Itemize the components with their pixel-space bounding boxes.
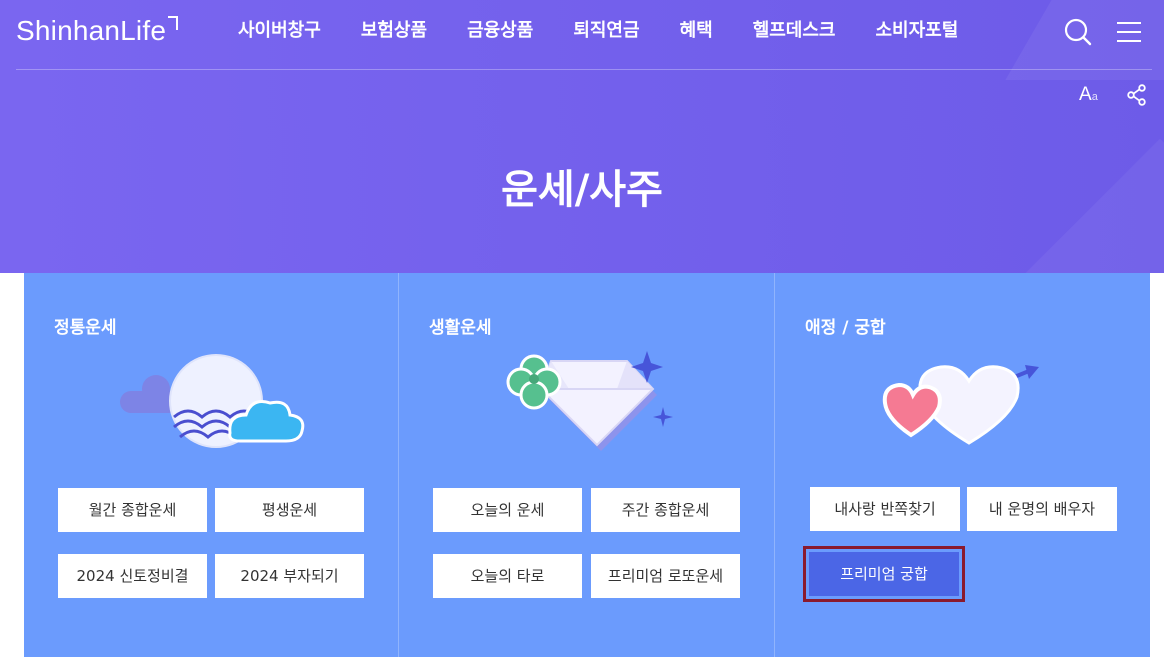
nav-item-pension[interactable]: 퇴직연금 xyxy=(573,18,639,44)
hearts-arrow-illustration xyxy=(882,365,1039,445)
section-title: 정통운세 xyxy=(54,318,117,338)
search-icon[interactable] xyxy=(1064,18,1092,46)
nav-item-benefits[interactable]: 혜택 xyxy=(680,18,713,44)
nav-item-consumer-portal[interactable]: 소비자포털 xyxy=(876,18,959,44)
wealth-button[interactable]: 2024 부자되기 xyxy=(215,554,364,598)
monthly-fortune-button[interactable]: 월간 종합운세 xyxy=(58,488,207,532)
section-lifestyle: 생활운세 xyxy=(399,273,774,657)
find-soulmate-button[interactable]: 내사랑 반쪽찾기 xyxy=(810,487,960,531)
section-love-compatibility: 애정 / 궁합 xyxy=(775,273,1150,657)
weekly-fortune-button[interactable]: 주간 종합운세 xyxy=(591,488,740,532)
page-title: 운세/사주 xyxy=(501,167,663,213)
premium-lotto-button[interactable]: 프리미엄 로또운세 xyxy=(591,554,740,598)
main-nav: 사이버창구 보험상품 금융상품 퇴직연금 혜택 헬프데스크 소비자포털 xyxy=(238,18,998,44)
premium-compatibility-button[interactable]: 프리미엄 궁합 xyxy=(803,546,965,602)
logo[interactable]: ShinhanLife xyxy=(16,14,179,48)
tojeong-button[interactable]: 2024 신토정비결 xyxy=(58,554,207,598)
header-divider xyxy=(16,69,1152,70)
destined-spouse-button[interactable]: 내 운명의 배우자 xyxy=(967,487,1117,531)
logo-mark xyxy=(168,16,179,30)
today-tarot-button[interactable]: 오늘의 타로 xyxy=(433,554,582,598)
section-title: 생활운세 xyxy=(429,318,492,338)
nav-item-finance[interactable]: 금융상품 xyxy=(467,18,533,44)
font-size-icon[interactable]: Aa xyxy=(1079,84,1098,108)
nav-item-insurance[interactable]: 보험상품 xyxy=(361,18,427,44)
today-fortune-button[interactable]: 오늘의 운세 xyxy=(433,488,582,532)
hero-banner: ShinhanLife 사이버창구 보험상품 금융상품 퇴직연금 혜택 헬프데스… xyxy=(0,0,1164,273)
section-traditional: 정통운세 xyxy=(24,273,399,657)
logo-text: ShinhanLife xyxy=(16,15,167,46)
font-size-large-letter: A xyxy=(1079,84,1092,105)
font-size-small-letter: a xyxy=(1091,91,1098,103)
share-icon[interactable] xyxy=(1126,84,1148,106)
nav-item-helpdesk[interactable]: 헬프데스크 xyxy=(753,18,836,44)
fortune-categories: 정통운세 생활운세 애정 / 궁합 월간 종합운세 평생운세 2024 신토정비… xyxy=(24,273,1150,657)
section-title: 애정 / 궁합 xyxy=(805,318,886,338)
menu-icon[interactable] xyxy=(1116,20,1142,44)
nav-item-cyber-window[interactable]: 사이버창구 xyxy=(238,18,321,44)
moon-wave-cloud-illustration xyxy=(120,354,305,448)
lifetime-fortune-button[interactable]: 평생운세 xyxy=(215,488,364,532)
clover-diamond-illustration xyxy=(506,351,673,451)
